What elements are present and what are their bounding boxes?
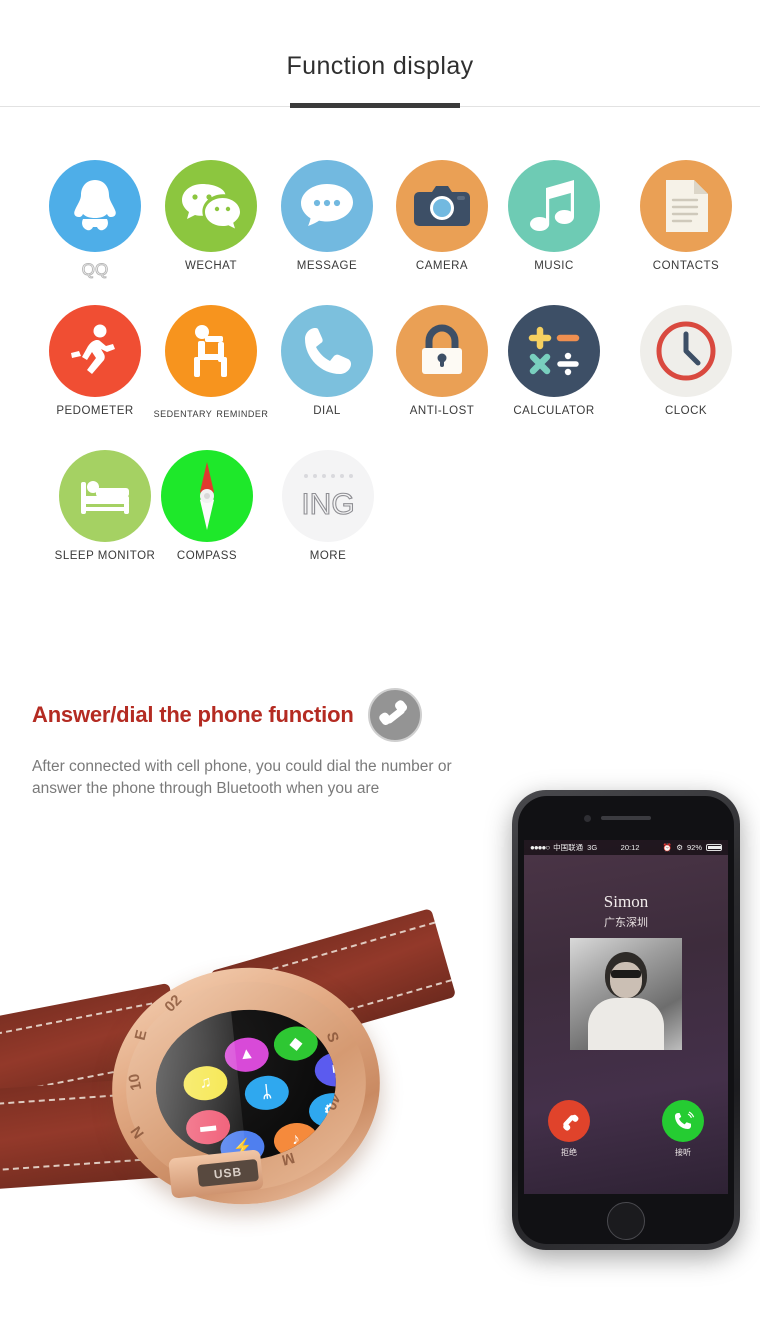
compass-icon <box>161 450 253 542</box>
decline-call-label: 拒绝 <box>561 1148 577 1157</box>
battery-icon <box>706 844 722 851</box>
caller-photo <box>570 938 682 1050</box>
function-item-label: MUSIC <box>534 260 574 272</box>
function-item-calculator[interactable]: CALCULATOR <box>494 305 614 417</box>
lock-icon <box>396 305 488 397</box>
product-page: Function display QQ WECHAT MESSAGE CAMERA MU… <box>0 0 760 1328</box>
feature-title: Answer/dial the phone function <box>32 702 354 727</box>
function-icon-grid: QQ WECHAT MESSAGE CAMERA MUSIC CONTACTS PEDOME… <box>0 160 760 595</box>
music-icon <box>508 160 600 252</box>
accept-call-button[interactable] <box>662 1100 704 1142</box>
function-item-label: MESSAGE <box>296 260 358 272</box>
bezel-mark: 10 <box>125 1072 146 1092</box>
accept-call-label: 接听 <box>675 1148 691 1157</box>
function-item-label: CAMERA <box>415 260 469 272</box>
compass-app[interactable]: ◆ <box>272 1024 320 1063</box>
bezel-mark: E <box>131 1028 151 1043</box>
bed-icon <box>59 450 151 542</box>
icon-grid-row: SLEEP MONITOR COMPASS ING MORE <box>0 450 760 595</box>
svg-text:ING: ING <box>301 488 354 521</box>
caller-location: 广东深圳 <box>604 917 648 929</box>
function-item-anti-lost[interactable]: ANTI-LOST <box>382 305 502 417</box>
function-item-label: Sedentary reminder <box>153 405 269 420</box>
function-item-label: DIAL <box>313 405 341 417</box>
function-item-dial[interactable]: DIAL <box>267 305 387 417</box>
function-item-wechat[interactable]: WECHAT <box>151 160 271 272</box>
bezel-mark: N <box>127 1122 148 1142</box>
function-item-qq[interactable]: QQ <box>35 160 155 280</box>
alarm-icon: ⏰ <box>662 843 673 852</box>
function-item-compass[interactable]: COMPASS <box>147 450 267 562</box>
bezel-mark: S <box>322 1030 342 1045</box>
function-item-camera[interactable]: CAMERA <box>382 160 502 272</box>
more-icon: ING <box>282 450 374 542</box>
phone-icon <box>281 305 373 397</box>
sitting-icon <box>165 305 257 397</box>
page-title: Function display <box>286 52 474 80</box>
function-item-music[interactable]: MUSIC <box>494 160 614 272</box>
smartwatch-product-photo: 02 E 10 N 05 M 40 S ♫▲◆■ᛦ⚙▬⚡♪ USB <box>0 908 457 1260</box>
clock-time: 20:12 <box>620 843 640 852</box>
function-item-pedometer[interactable]: PEDOMETER <box>35 305 155 417</box>
signal-strength-icon: ●●●●○ <box>530 843 550 852</box>
music-app[interactable]: ♪ <box>272 1120 320 1160</box>
bluetooth-app[interactable]: ᛦ <box>243 1073 291 1113</box>
function-item-message[interactable]: MESSAGE <box>267 160 387 272</box>
clock-icon <box>640 305 732 397</box>
handset-icon <box>368 688 423 742</box>
function-item-sedentary-reminder[interactable]: Sedentary reminder <box>151 305 271 420</box>
front-camera-icon <box>584 815 591 822</box>
watch-display[interactable]: ♫▲◆■ᛦ⚙▬⚡♪ <box>148 1001 344 1170</box>
phone-mockup: ●●●●○ 中国联通 3G 20:12 ⏰ ⚙ 92% Simon 广东深圳 拒… <box>512 790 740 1250</box>
header-active-underline <box>290 103 460 108</box>
function-item-label: COMPASS <box>176 550 238 562</box>
function-item-more[interactable]: ING MORE <box>268 450 388 562</box>
function-item-label: ANTI-LOST <box>409 405 475 417</box>
battery-percent: 92% <box>686 843 702 852</box>
function-item-label: QQ <box>81 260 109 280</box>
home-button[interactable] <box>607 1202 645 1240</box>
function-item-label: CLOCK <box>664 405 708 417</box>
icon-grid-row: PEDOMETER Sedentary reminder DIAL ANTI-LOST… <box>0 305 760 450</box>
function-item-clock[interactable]: CLOCK <box>626 305 746 417</box>
contacts-icon <box>640 160 732 252</box>
camera-icon <box>396 160 488 252</box>
network-type-label: 3G <box>587 843 598 852</box>
phone-screen: ●●●●○ 中国联通 3G 20:12 ⏰ ⚙ 92% Simon 广东深圳 拒… <box>524 840 728 1194</box>
qq-icon <box>49 160 141 252</box>
camera-app[interactable]: ■ <box>313 1050 344 1089</box>
status-bar: ●●●●○ 中国联通 3G 20:12 ⏰ ⚙ 92% <box>524 840 728 855</box>
function-item-label: CALCULATOR <box>513 405 595 417</box>
rotation-lock-icon: ⚙ <box>676 843 683 852</box>
wechat-icon <box>165 160 257 252</box>
message-icon <box>281 160 373 252</box>
caller-name: Simon <box>603 892 649 911</box>
feature-description: After connected with cell phone, you cou… <box>32 758 452 797</box>
feature-block: Answer/dial the phone function After con… <box>32 688 502 800</box>
function-item-label: MORE <box>309 550 347 562</box>
function-item-label: PEDOMETER <box>56 405 134 417</box>
function-item-label: WECHAT <box>185 260 237 272</box>
decline-call-button[interactable] <box>548 1100 590 1142</box>
carrier-label: 中国联通 <box>553 843 584 852</box>
icon-grid-row: QQ WECHAT MESSAGE CAMERA MUSIC CONTACTS <box>0 160 760 305</box>
running-icon <box>49 305 141 397</box>
function-item-label: CONTACTS <box>652 260 720 272</box>
bezel-mark: 02 <box>161 991 186 1016</box>
calculator-icon <box>508 305 600 397</box>
earpiece-speaker <box>601 816 651 820</box>
page-header: Function display <box>0 0 760 130</box>
screen-glare <box>148 1011 247 1170</box>
function-item-contacts[interactable]: CONTACTS <box>626 160 746 272</box>
